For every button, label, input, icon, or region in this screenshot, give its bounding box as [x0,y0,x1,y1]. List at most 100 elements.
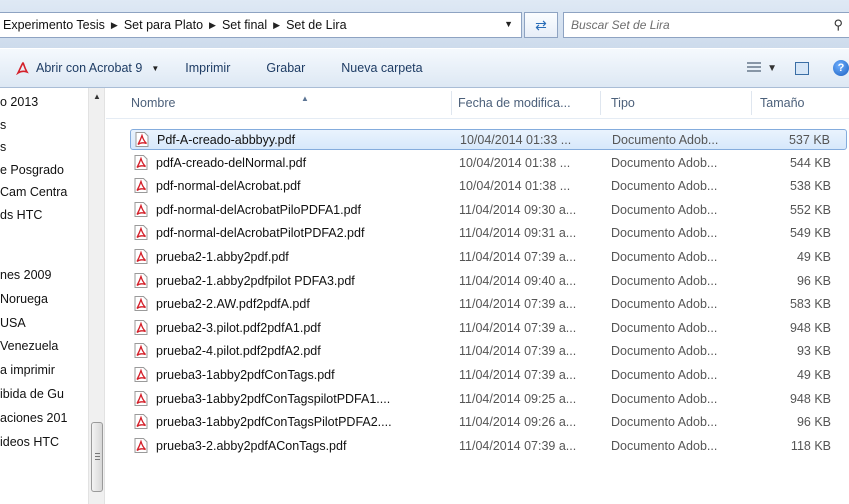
pdf-file-icon [134,319,148,335]
file-name: prueba3-1abby2pdfConTagsPilotPDFA2.... [156,415,392,430]
file-row[interactable]: prueba2-2.AW.pdf2pdfA.pdf 11/04/2014 07:3… [130,294,847,315]
pdf-file-icon [134,343,148,359]
column-divider[interactable] [600,91,601,115]
new-folder-label: Nueva carpeta [341,61,423,75]
nav-item[interactable]: aciones 201 [0,411,67,425]
file-date-modified: 11/04/2014 09:26 a... [459,415,577,430]
column-header-date[interactable]: Fecha de modifica... [458,96,571,110]
nav-item[interactable]: Noruega [0,292,48,306]
views-icon [747,62,762,74]
nav-item[interactable]: ibida de Gu [0,387,64,401]
file-name: prueba2-4.pilot.pdf2pdfA2.pdf [156,344,321,359]
file-row[interactable]: pdf-normal-delAcrobatPiloPDFA1.pdf 11/04/… [130,200,847,221]
chevron-down-icon[interactable]: ▼ [151,64,159,73]
nav-item[interactable]: USA [0,316,26,330]
breadcrumb-item-experimento-tesis[interactable]: Experimento Tesis [3,18,105,32]
file-type: Documento Adob... [611,155,718,170]
file-date-modified: 11/04/2014 07:39 a... [459,438,577,453]
column-header-name-label: Nombre [131,96,176,110]
nav-item[interactable]: s [0,140,6,154]
file-date-modified: 11/04/2014 09:25 a... [459,391,577,406]
breadcrumb-item-set-para-plato[interactable]: Set para Plato [124,18,203,32]
file-type: Documento Adob... [611,179,718,194]
address-bar[interactable]: Experimento Tesis ▶ Set para Plato ▶ Set… [0,12,522,38]
scrollbar-thumb[interactable] [91,422,103,492]
breadcrumb-arrow-icon[interactable]: ▶ [273,20,280,31]
refresh-icon: ⇄ [535,16,547,33]
file-type: Documento Adob... [611,297,718,312]
breadcrumb: Experimento Tesis ▶ Set para Plato ▶ Set… [0,18,347,32]
nav-item[interactable]: a imprimir [0,363,55,377]
burn-button[interactable]: Grabar [266,49,305,87]
pdf-file-icon [134,272,148,288]
file-row[interactable]: prueba2-1.abby2pdfpilot PDFA3.pdf 11/04/2… [130,271,847,292]
nav-item[interactable]: o 2013 [0,95,38,109]
preview-pane-button[interactable] [795,61,809,75]
column-header-size[interactable]: Tamaño [760,96,804,110]
file-row[interactable]: pdf-normal-delAcrobat.pdf 10/04/2014 01:3… [130,176,847,197]
file-date-modified: 10/04/2014 01:33 ... [460,133,572,147]
pdf-file-icon [134,249,148,264]
file-date-modified: 10/04/2014 01:38 ... [459,179,571,194]
nav-pane-scrollbar[interactable]: ▲ [88,88,105,504]
nav-item[interactable]: e Posgrado [0,163,64,177]
column-header-type[interactable]: Tipo [611,96,635,110]
file-size: 549 KB [789,226,831,241]
scroll-up-arrow-icon[interactable]: ▲ [93,92,101,101]
column-header-row: ▲ Nombre Fecha de modifica... Tipo Tamañ… [106,88,849,119]
column-header-name[interactable]: ▲ Nombre [131,94,309,110]
file-row[interactable]: Pdf-A-creado-abbbyy.pdf 10/04/2014 01:33 … [130,129,847,150]
file-size: 544 KB [789,155,831,170]
breadcrumb-arrow-icon[interactable]: ▶ [111,20,118,31]
breadcrumb-item-set-de-lira[interactable]: Set de Lira [286,18,346,32]
file-row[interactable]: pdfA-creado-delNormal.pdf 10/04/2014 01:3… [130,153,847,174]
file-row[interactable]: prueba3-2.abby2pdfAConTags.pdf 11/04/2014… [130,436,847,457]
file-row[interactable]: pdf-normal-delAcrobatPilotPDFA2.pdf 11/04… [130,223,847,244]
column-divider[interactable] [751,91,752,115]
file-size: 49 KB [796,368,831,382]
file-date-modified: 11/04/2014 09:31 a... [459,226,577,241]
file-row[interactable]: prueba3-1abby2pdfConTagspilotPDFA1.... 11… [130,389,847,410]
file-row[interactable]: prueba2-3.pilot.pdf2pdfA1.pdf 11/04/2014 … [130,318,847,339]
file-row[interactable]: prueba2-4.pilot.pdf2pdfA2.pdf 11/04/2014 … [130,341,847,362]
breadcrumb-arrow-icon[interactable]: ▶ [209,20,216,31]
address-history-dropdown-icon[interactable]: ▼ [504,19,513,29]
file-name: prueba2-1.abby2pdf.pdf [156,250,289,264]
column-divider[interactable] [451,91,452,115]
file-name: prueba2-3.pilot.pdf2pdfA1.pdf [156,320,321,335]
help-icon[interactable]: ? [833,60,849,76]
search-icon[interactable]: ⚲ [833,17,843,33]
file-list: ▲ Nombre Fecha de modifica... Tipo Tamañ… [106,88,849,504]
file-date-modified: 10/04/2014 01:38 ... [459,155,571,170]
chevron-down-icon[interactable]: ▼ [767,63,777,74]
open-with-acrobat-button[interactable]: Abrir con Acrobat 9 ▼ [0,49,159,87]
breadcrumb-item-set-final[interactable]: Set final [222,18,267,32]
search-input[interactable]: Buscar Set de Lira ⚲ [563,12,849,38]
pdf-file-icon [134,201,148,217]
nav-item[interactable]: ideos HTC [0,435,59,449]
nav-item[interactable]: s [0,118,6,132]
nav-item[interactable]: Venezuela [0,339,58,353]
file-row[interactable]: prueba2-1.abby2pdf.pdf 11/04/2014 07:39 a… [130,247,847,268]
file-row[interactable]: prueba3-1abby2pdfConTags.pdf 11/04/2014 0… [130,365,847,386]
file-date-modified: 11/04/2014 07:39 a... [459,250,577,264]
new-folder-button[interactable]: Nueva carpeta [341,49,422,87]
file-name: prueba3-1abby2pdfConTags.pdf [156,368,335,382]
nav-item[interactable]: nes 2009 [0,268,51,282]
change-view-button[interactable]: ▼ [747,62,777,74]
file-type: Documento Adob... [611,438,718,453]
file-type: Documento Adob... [611,202,718,217]
refresh-button[interactable]: ⇄ [524,12,558,38]
file-type: Documento Adob... [611,226,718,241]
navigation-pane: o 2013 s s e Posgrado Cam Centra ds HTC … [0,88,100,504]
file-size: 948 KB [789,320,831,335]
file-size: 948 KB [789,391,831,406]
pdf-file-icon [134,296,148,312]
print-button[interactable]: Imprimir [185,49,230,87]
file-size: 583 KB [789,297,831,312]
file-name: prueba3-1abby2pdfConTagspilotPDFA1.... [156,391,391,406]
nav-item[interactable]: ds HTC [0,208,42,222]
file-name: prueba3-2.abby2pdfAConTags.pdf [156,438,347,453]
file-row[interactable]: prueba3-1abby2pdfConTagsPilotPDFA2.... 11… [130,412,847,433]
nav-item[interactable]: Cam Centra [0,185,67,199]
